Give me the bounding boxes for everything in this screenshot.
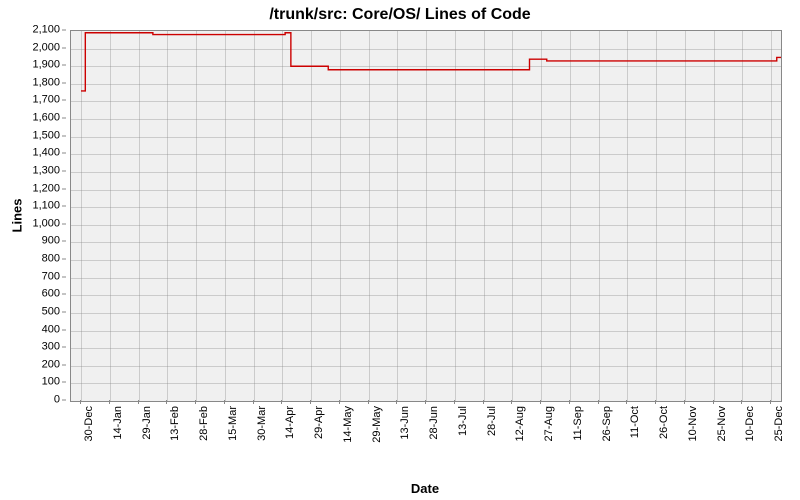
plot-area bbox=[70, 30, 782, 402]
y-tick-label: 0 bbox=[0, 395, 60, 406]
y-tick-label: 1,300 bbox=[0, 165, 60, 176]
y-tick-label: 1,200 bbox=[0, 183, 60, 194]
chart-title: /trunk/src: Core/OS/ Lines of Code bbox=[0, 6, 800, 24]
y-tick-label: 700 bbox=[0, 271, 60, 282]
x-tick-label: 13-Jul bbox=[458, 406, 469, 436]
x-axis-label: Date bbox=[70, 481, 780, 496]
x-tick-label: 26-Oct bbox=[659, 406, 670, 439]
y-tick-label: 500 bbox=[0, 306, 60, 317]
y-tick-label: 1,800 bbox=[0, 77, 60, 88]
x-tick-label: 13-Feb bbox=[170, 406, 181, 441]
y-tick-label: 1,900 bbox=[0, 60, 60, 71]
x-tick-label: 29-Apr bbox=[314, 406, 325, 439]
x-tick-label: 25-Nov bbox=[717, 406, 728, 441]
x-tick-label: 30-Mar bbox=[257, 406, 268, 441]
x-tick-label: 27-Aug bbox=[544, 406, 555, 441]
y-tick-label: 300 bbox=[0, 342, 60, 353]
x-tick-label: 11-Oct bbox=[630, 406, 641, 438]
y-tick-label: 2,100 bbox=[0, 25, 60, 36]
x-tick-label: 14-May bbox=[343, 406, 354, 443]
y-tick-label: 1,500 bbox=[0, 130, 60, 141]
x-tick-label: 11-Sep bbox=[573, 406, 584, 441]
x-tick-label: 15-Mar bbox=[228, 406, 239, 441]
x-tick-label: 28-Jun bbox=[429, 406, 440, 440]
x-tick-label: 10-Dec bbox=[745, 406, 756, 441]
y-tick-label: 1,400 bbox=[0, 148, 60, 159]
x-tick-label: 29-Jan bbox=[142, 406, 153, 440]
y-tick-label: 400 bbox=[0, 324, 60, 335]
y-axis-ticks: 01002003004005006007008009001,0001,1001,… bbox=[0, 30, 66, 400]
line-series bbox=[71, 31, 781, 401]
y-tick-label: 100 bbox=[0, 377, 60, 388]
y-tick-label: 2,000 bbox=[0, 42, 60, 53]
y-tick-label: 200 bbox=[0, 359, 60, 370]
y-tick-label: 600 bbox=[0, 289, 60, 300]
x-tick-label: 30-Dec bbox=[84, 406, 95, 441]
x-tick-label: 29-May bbox=[372, 406, 383, 443]
y-tick-label: 1,100 bbox=[0, 201, 60, 212]
x-tick-label: 14-Jan bbox=[113, 406, 124, 440]
series-polyline bbox=[81, 33, 781, 91]
x-axis-ticks: 30-Dec 14-Jan 29-Jan 13-Feb 28-Feb 15-Mar 30-M… bbox=[70, 400, 780, 480]
y-tick-label: 1,600 bbox=[0, 113, 60, 124]
x-tick-label: 10-Nov bbox=[688, 406, 699, 441]
y-tick-label: 1,700 bbox=[0, 95, 60, 106]
y-tick-label: 900 bbox=[0, 236, 60, 247]
x-tick-label: 26-Sep bbox=[602, 406, 613, 441]
y-tick-label: 1,000 bbox=[0, 218, 60, 229]
x-tick-label: 28-Jul bbox=[487, 406, 498, 436]
x-tick-label: 25-Dec bbox=[774, 406, 785, 441]
x-tick-label: 14-Apr bbox=[285, 406, 296, 439]
chart-container: /trunk/src: Core/OS/ Lines of Code Lines… bbox=[0, 0, 800, 500]
x-tick-label: 28-Feb bbox=[199, 406, 210, 441]
x-tick-label: 12-Aug bbox=[515, 406, 526, 441]
y-tick-label: 800 bbox=[0, 254, 60, 265]
x-tick-label: 13-Jun bbox=[400, 406, 411, 440]
